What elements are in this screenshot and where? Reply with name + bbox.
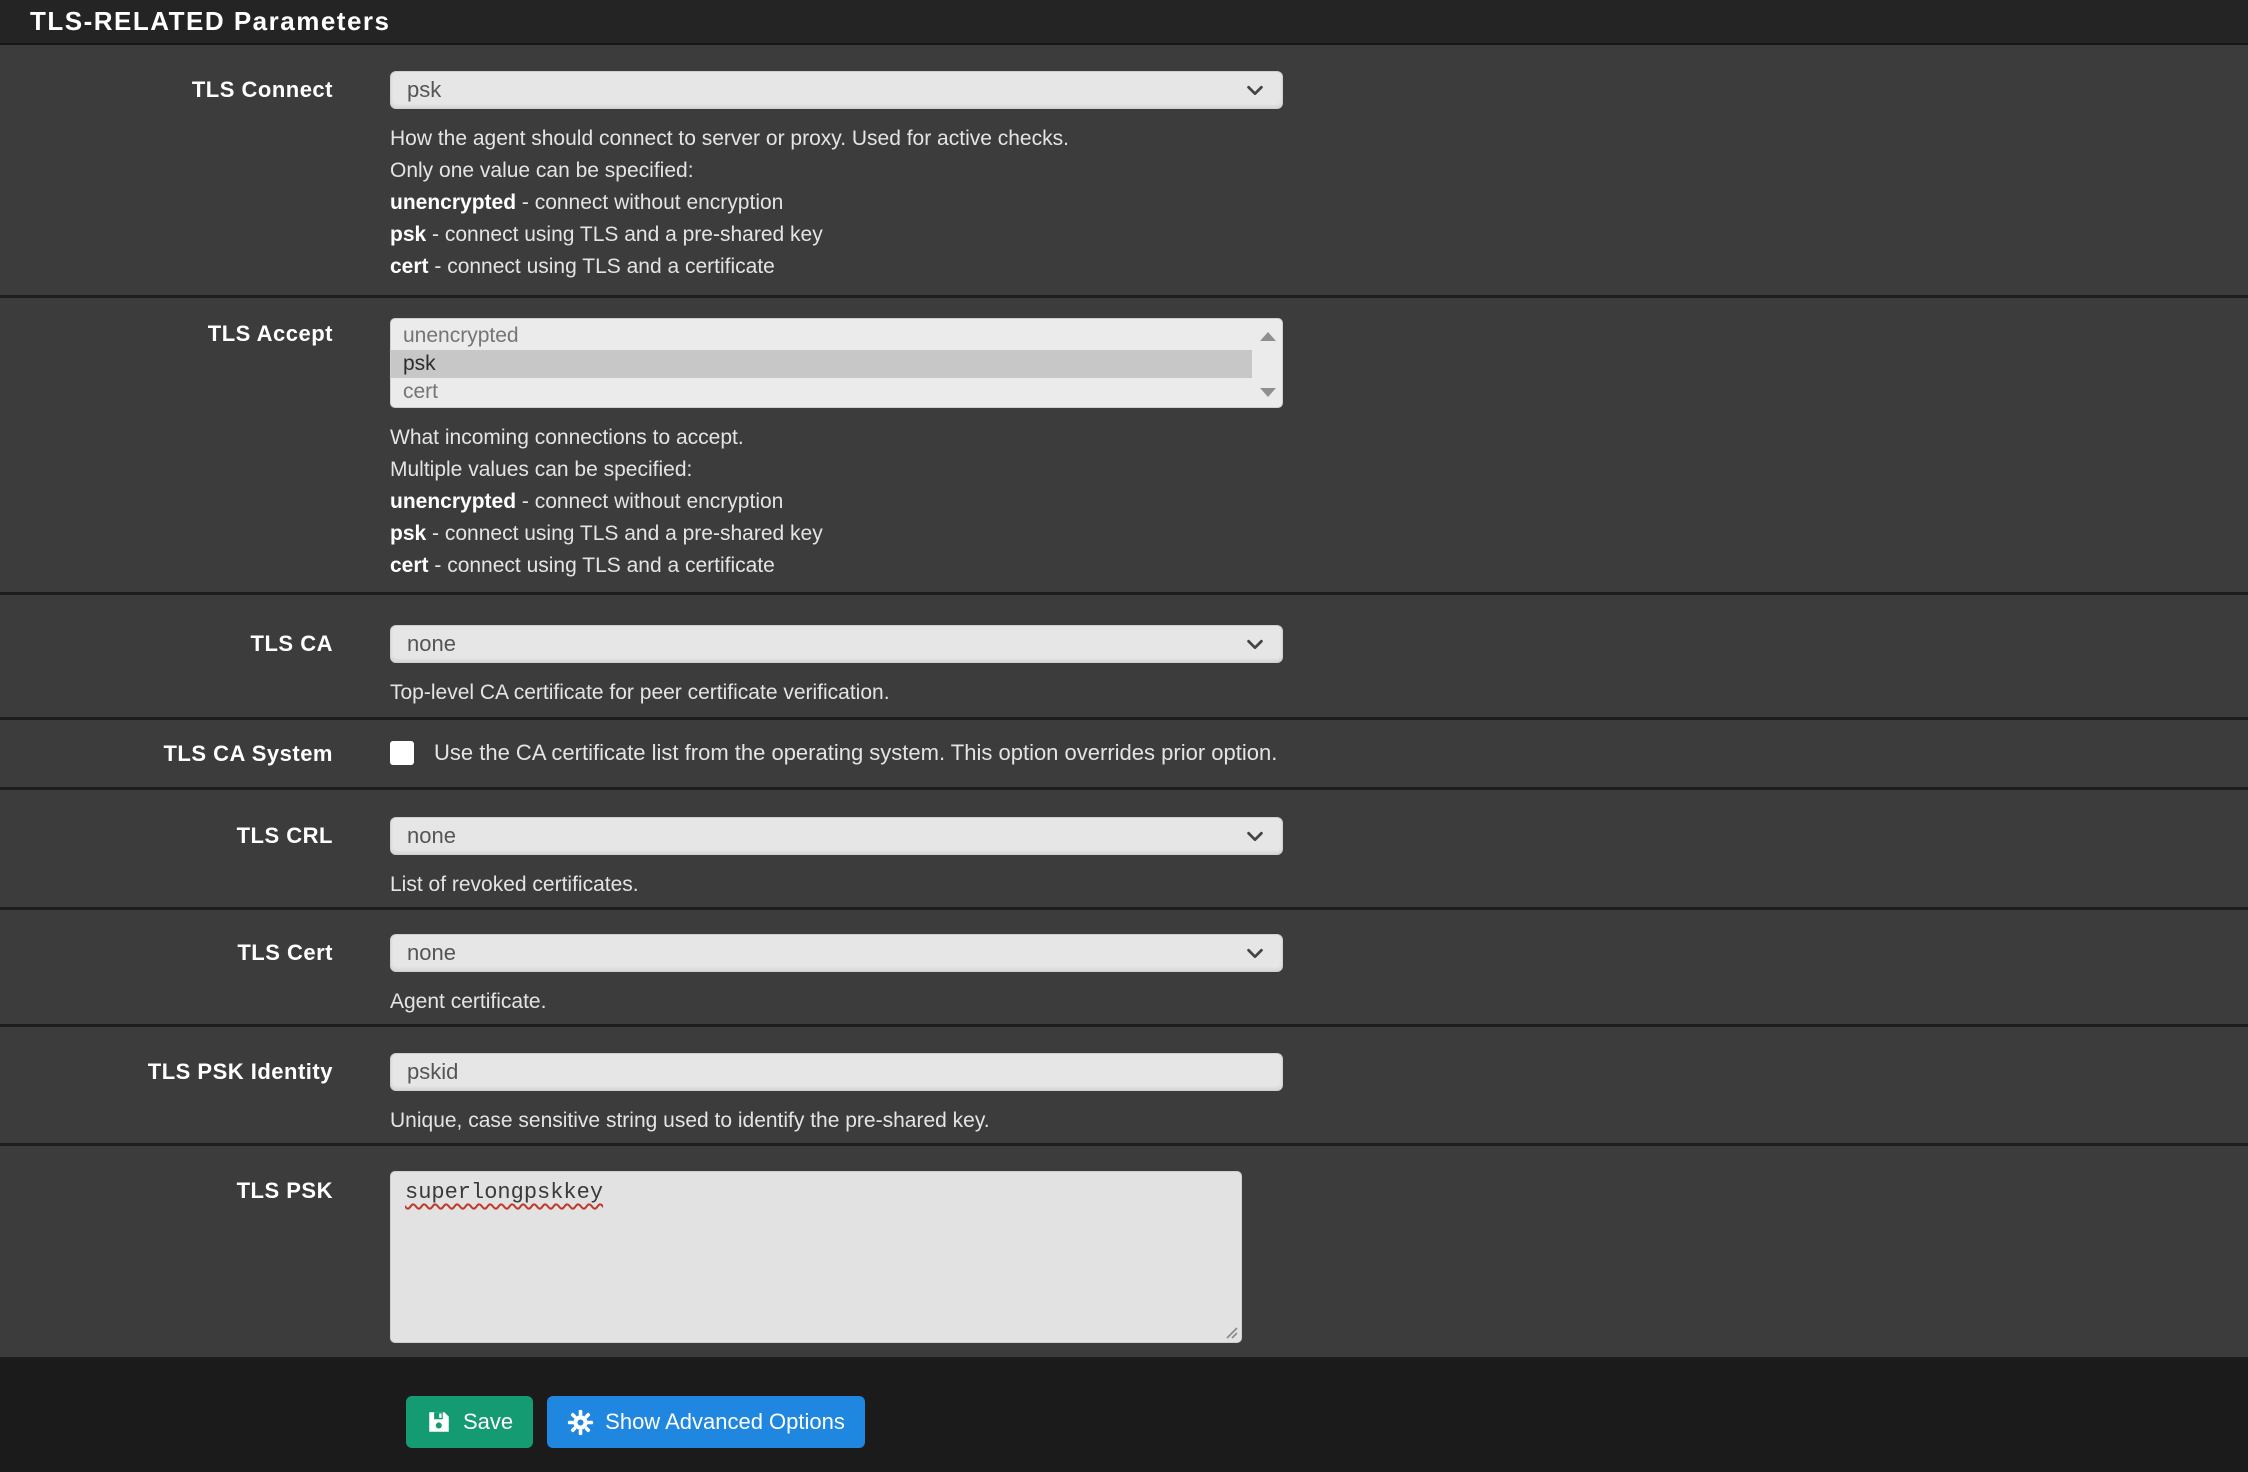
tls-connect-label: TLS Connect <box>0 71 333 283</box>
panel-title: TLS-RELATED Parameters <box>30 6 391 37</box>
help-line: cert - connect using TLS and a certifica… <box>390 251 2248 283</box>
save-button-label: Save <box>463 1409 513 1435</box>
tls-cert-selected-value: none <box>407 940 456 966</box>
term: psk <box>390 223 426 246</box>
term-desc: - connect without encryption <box>516 490 783 513</box>
term: unencrypted <box>390 191 516 214</box>
show-advanced-options-label: Show Advanced Options <box>605 1409 845 1435</box>
tls-ca-system-label: TLS CA System <box>0 740 333 767</box>
gear-icon <box>567 1409 594 1436</box>
form-row-tls-accept: TLS Accept unencrypted psk cert What inc… <box>0 298 2248 595</box>
tls-ca-help: Top-level CA certificate for peer certif… <box>390 677 2248 709</box>
save-icon <box>426 1409 452 1435</box>
tls-psk-identity-help: Unique, case sensitive string used to id… <box>390 1105 2248 1137</box>
tls-psk-identity-input[interactable] <box>390 1053 1283 1091</box>
chevron-down-icon <box>1244 633 1266 655</box>
help-line: Only one value can be specified: <box>390 155 2248 187</box>
form-row-tls-cert: TLS Cert none Agent certificate. <box>0 910 2248 1027</box>
show-advanced-options-button[interactable]: Show Advanced Options <box>547 1396 865 1448</box>
listbox-scrollbar[interactable] <box>1252 322 1282 407</box>
form-row-tls-psk: TLS PSK superlongpskkey <box>0 1146 2248 1360</box>
listbox-option-cert[interactable]: cert <box>391 378 1252 406</box>
tls-ca-selected-value: none <box>407 631 456 657</box>
help-line: cert - connect using TLS and a certifica… <box>390 550 2248 582</box>
form-row-tls-ca: TLS CA none Top-level CA certificate for… <box>0 595 2248 720</box>
help-line: psk - connect using TLS and a pre-shared… <box>390 518 2248 550</box>
panel-header: TLS-RELATED Parameters <box>0 0 2248 45</box>
scroll-up-icon[interactable] <box>1260 332 1276 341</box>
term: cert <box>390 554 429 577</box>
tls-cert-select[interactable]: none <box>390 934 1283 972</box>
term-desc: - connect using TLS and a certificate <box>429 554 775 577</box>
term-desc: - connect without encryption <box>516 191 783 214</box>
tls-connect-select[interactable]: psk <box>390 71 1283 109</box>
help-line: unencrypted - connect without encryption <box>390 486 2248 518</box>
help-line: How the agent should connect to server o… <box>390 123 2248 155</box>
form-row-tls-crl: TLS CRL none List of revoked certificate… <box>0 790 2248 910</box>
tls-ca-system-checkbox[interactable] <box>390 741 414 765</box>
form-footer: Save Show Advanced Options <box>0 1360 2248 1472</box>
term-desc: - connect using TLS and a pre-shared key <box>426 522 823 545</box>
tls-parameters-page: TLS-RELATED Parameters TLS Connect psk H… <box>0 0 2248 1472</box>
tls-crl-help: List of revoked certificates. <box>390 869 2248 901</box>
tls-ca-label: TLS CA <box>0 625 333 709</box>
chevron-down-icon <box>1244 942 1266 964</box>
form-row-tls-ca-system: TLS CA System Use the CA certificate lis… <box>0 720 2248 790</box>
tls-psk-textarea[interactable]: superlongpskkey <box>390 1171 1242 1343</box>
term: unencrypted <box>390 490 516 513</box>
help-line: unencrypted - connect without encryption <box>390 187 2248 219</box>
tls-cert-label: TLS Cert <box>0 934 333 1018</box>
tls-accept-help: What incoming connections to accept. Mul… <box>390 422 2248 582</box>
form-row-tls-psk-identity: TLS PSK Identity Unique, case sensitive … <box>0 1027 2248 1146</box>
tls-ca-select[interactable]: none <box>390 625 1283 663</box>
resize-handle[interactable] <box>1222 1323 1238 1339</box>
term-desc: - connect using TLS and a certificate <box>429 255 775 278</box>
term-desc: - connect using TLS and a pre-shared key <box>426 223 823 246</box>
tls-connect-selected-value: psk <box>407 77 441 103</box>
listbox-option-psk[interactable]: psk <box>391 350 1252 378</box>
tls-accept-label: TLS Accept <box>0 318 333 582</box>
tls-crl-selected-value: none <box>407 823 456 849</box>
tls-ca-system-description: Use the CA certificate list from the ope… <box>434 740 1277 766</box>
save-button[interactable]: Save <box>406 1396 533 1448</box>
help-line: What incoming connections to accept. <box>390 422 2248 454</box>
help-line: Multiple values can be specified: <box>390 454 2248 486</box>
help-line: psk - connect using TLS and a pre-shared… <box>390 219 2248 251</box>
tls-psk-label: TLS PSK <box>0 1171 333 1343</box>
form-row-tls-connect: TLS Connect psk How the agent should con… <box>0 45 2248 298</box>
listbox-option-unencrypted[interactable]: unencrypted <box>391 322 1252 350</box>
tls-connect-help: How the agent should connect to server o… <box>390 123 2248 283</box>
chevron-down-icon <box>1244 825 1266 847</box>
tls-psk-value: superlongpskkey <box>405 1180 603 1205</box>
tls-psk-identity-label: TLS PSK Identity <box>0 1053 333 1137</box>
tls-cert-help: Agent certificate. <box>390 986 2248 1018</box>
term: psk <box>390 522 426 545</box>
term: cert <box>390 255 429 278</box>
chevron-down-icon <box>1244 79 1266 101</box>
tls-crl-select[interactable]: none <box>390 817 1283 855</box>
scroll-down-icon[interactable] <box>1260 388 1276 397</box>
tls-crl-label: TLS CRL <box>0 817 333 901</box>
tls-accept-listbox[interactable]: unencrypted psk cert <box>390 318 1283 408</box>
